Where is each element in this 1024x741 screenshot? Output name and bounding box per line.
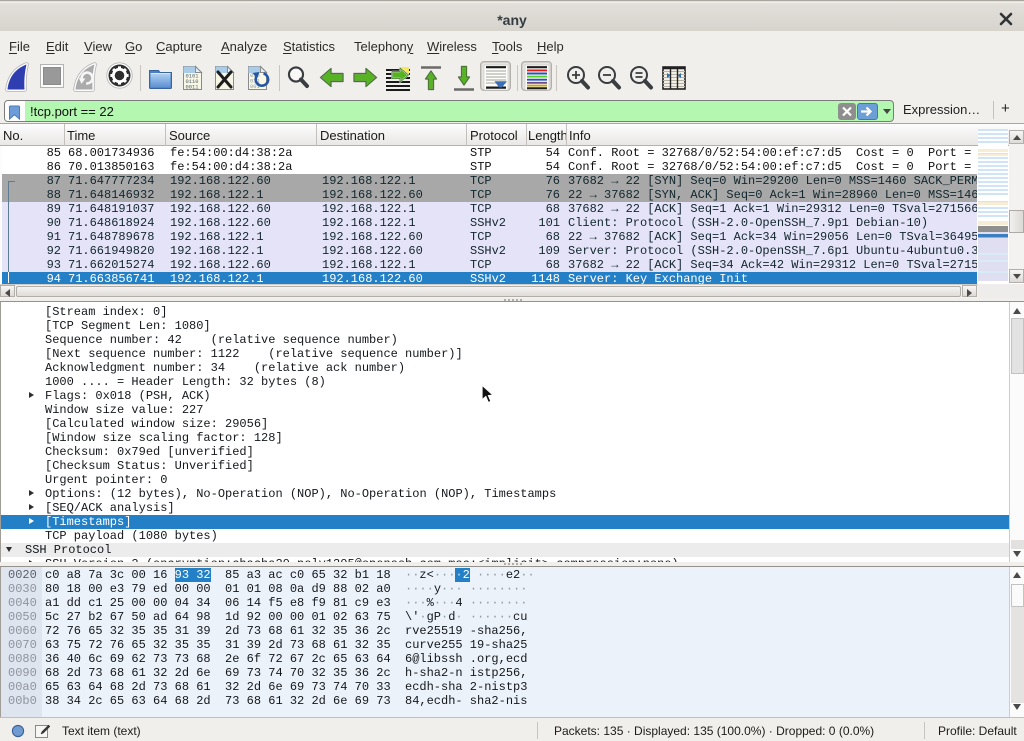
svg-text:0011: 0011 [186, 85, 199, 91]
